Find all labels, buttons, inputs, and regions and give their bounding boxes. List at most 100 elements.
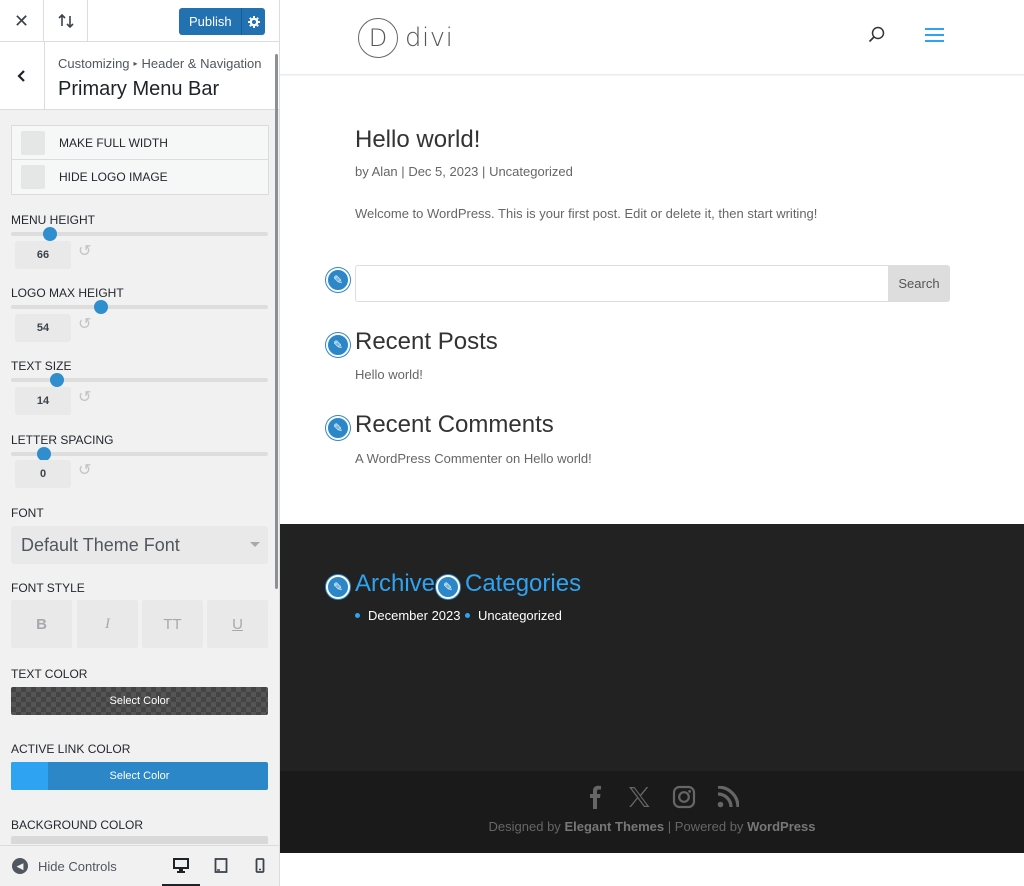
arrows-up-down-icon (57, 14, 74, 28)
mobile-preview-button[interactable] (241, 854, 279, 886)
breadcrumb-root: Customizing (58, 56, 130, 71)
hide-logo-image-row[interactable]: HIDE LOGO IMAGE (12, 160, 268, 194)
make-full-width-label: MAKE FULL WIDTH (59, 135, 168, 150)
site-header: D divi (280, 0, 1024, 75)
gear-icon (247, 15, 260, 28)
publish-settings-button[interactable] (241, 8, 265, 35)
back-button[interactable] (0, 42, 45, 110)
platform-link[interactable]: WordPress (747, 819, 815, 834)
make-full-width-row[interactable]: MAKE FULL WIDTH (12, 126, 268, 160)
archives-title: Archives (355, 570, 448, 597)
text-size-label: TEXT SIZE (11, 359, 72, 373)
sidebar-scrollbar[interactable] (275, 54, 278, 589)
collapse-icon: ◀ (12, 858, 28, 874)
logo-mark: D (358, 18, 398, 58)
comment-author-link[interactable]: A WordPress Commenter (355, 451, 502, 466)
chevron-down-icon (250, 542, 260, 547)
menu-height-input[interactable]: 66 (15, 241, 71, 269)
caret-right-icon: ▸ (133, 59, 138, 68)
menu-height-reset-icon[interactable]: ↺ (78, 244, 94, 260)
italic-button[interactable]: I (77, 600, 138, 648)
recent-post-link[interactable]: Hello world! (355, 367, 423, 382)
footer-widgets: ✎ Archives December 2023 ✎ Categories Un… (280, 524, 1024, 771)
hide-controls-button[interactable]: ◀ Hide Controls (12, 858, 117, 874)
theme-author-link[interactable]: Elegant Themes (564, 819, 664, 834)
site-logo[interactable]: D divi (358, 18, 453, 58)
header-search-button[interactable] (868, 26, 886, 49)
letter-spacing-input[interactable]: 0 (15, 460, 71, 488)
text-color-picker[interactable]: Select Color (11, 687, 268, 715)
letter-spacing-reset-icon[interactable]: ↺ (78, 463, 94, 479)
close-customizer-button[interactable]: ✕ (0, 0, 44, 42)
text-size-reset-icon[interactable]: ↺ (78, 390, 94, 406)
menu-height-slider-thumb[interactable] (42, 227, 57, 241)
edit-search-widget-button[interactable]: ✎ (326, 268, 350, 292)
text-size-slider[interactable] (11, 373, 268, 387)
underline-button[interactable]: U (207, 600, 268, 648)
close-icon: ✕ (13, 10, 30, 31)
letter-spacing-label: LETTER SPACING (11, 433, 114, 447)
background-color-picker[interactable] (11, 836, 268, 844)
comment-post-link[interactable]: Hello world! (524, 451, 592, 466)
comment-on-text: on (505, 451, 521, 466)
sidebar-search-button[interactable]: Search (888, 265, 950, 302)
powered-by-text: Powered by (674, 819, 744, 834)
category-item[interactable]: Uncategorized (465, 608, 562, 623)
facebook-icon[interactable] (583, 783, 607, 811)
menu-height-slider[interactable] (11, 227, 268, 241)
pencil-icon: ✎ (332, 273, 344, 287)
publish-button[interactable]: Publish (179, 14, 241, 29)
bold-button[interactable]: B (11, 600, 72, 648)
logo-max-height-input[interactable]: 54 (15, 314, 71, 342)
logo-max-height-reset-icon[interactable]: ↺ (78, 317, 94, 333)
letter-spacing-slider-thumb[interactable] (37, 447, 52, 461)
logo-max-height-label: LOGO MAX HEIGHT (11, 286, 124, 300)
logo-max-height-slider-thumb[interactable] (93, 300, 108, 314)
footer-bottom: Designed by Elegant Themes | Powered by … (280, 771, 1024, 853)
make-full-width-checkbox[interactable] (21, 130, 45, 155)
active-link-color-select-label: Select Color (109, 770, 170, 782)
edit-categories-widget-button[interactable]: ✎ (436, 575, 460, 599)
post-meta: by Alan | Dec 5, 2023 | Uncategorized (355, 164, 573, 179)
post-author-link[interactable]: Alan (372, 164, 398, 179)
category-link[interactable]: Uncategorized (478, 608, 562, 623)
text-size-slider-thumb[interactable] (50, 373, 65, 387)
font-select[interactable]: Default Theme Font (11, 526, 268, 564)
post-category-link[interactable]: Uncategorized (489, 164, 573, 179)
post-date: Dec 5, 2023 (408, 164, 479, 179)
sidebar-search-input[interactable] (355, 265, 889, 302)
mobile-icon (255, 858, 265, 873)
credits-separator: | (667, 819, 672, 834)
instagram-icon[interactable] (670, 783, 698, 811)
menu-height-label: MENU HEIGHT (11, 213, 95, 227)
hamburger-menu-icon[interactable] (925, 28, 944, 46)
desktop-preview-button[interactable] (162, 854, 200, 886)
text-color-select-label: Select Color (109, 695, 170, 707)
post-title[interactable]: Hello world! (355, 126, 480, 154)
hide-logo-image-checkbox[interactable] (21, 165, 45, 189)
toggle-menu-order-button[interactable] (44, 0, 88, 42)
customizer-topbar: ✕ Publish (0, 0, 279, 42)
logo-max-height-slider[interactable] (11, 300, 268, 314)
customizer-sidebar: ✕ Publish Customizing ▸ Header & Navigatio… (0, 0, 280, 886)
tablet-icon (214, 858, 228, 873)
letter-spacing-slider[interactable] (11, 447, 268, 461)
customizer-app: ✕ Publish Customizing ▸ Header & Navigatio… (0, 0, 1024, 886)
archive-item[interactable]: December 2023 (355, 608, 461, 623)
font-select-value: Default Theme Font (21, 534, 180, 555)
publish-button-group: Publish (179, 8, 265, 35)
active-link-color-picker[interactable]: Select Color (11, 762, 268, 790)
pencil-icon: ✎ (442, 580, 454, 594)
categories-title: Categories (465, 570, 582, 597)
edit-recent-comments-widget-button[interactable]: ✎ (326, 416, 350, 440)
rss-icon[interactable] (715, 783, 741, 811)
edit-recent-posts-widget-button[interactable]: ✎ (326, 333, 350, 357)
x-twitter-icon[interactable] (625, 783, 653, 811)
uppercase-button[interactable]: TT (142, 600, 203, 648)
edit-archives-widget-button[interactable]: ✎ (326, 575, 350, 599)
text-size-input[interactable]: 14 (15, 387, 71, 415)
archive-link[interactable]: December 2023 (368, 608, 461, 623)
tablet-preview-button[interactable] (202, 854, 240, 886)
controls-panel: MAKE FULL WIDTH HIDE LOGO IMAGE MENU HEI… (0, 110, 276, 844)
post-meta-separator: | (482, 164, 486, 179)
